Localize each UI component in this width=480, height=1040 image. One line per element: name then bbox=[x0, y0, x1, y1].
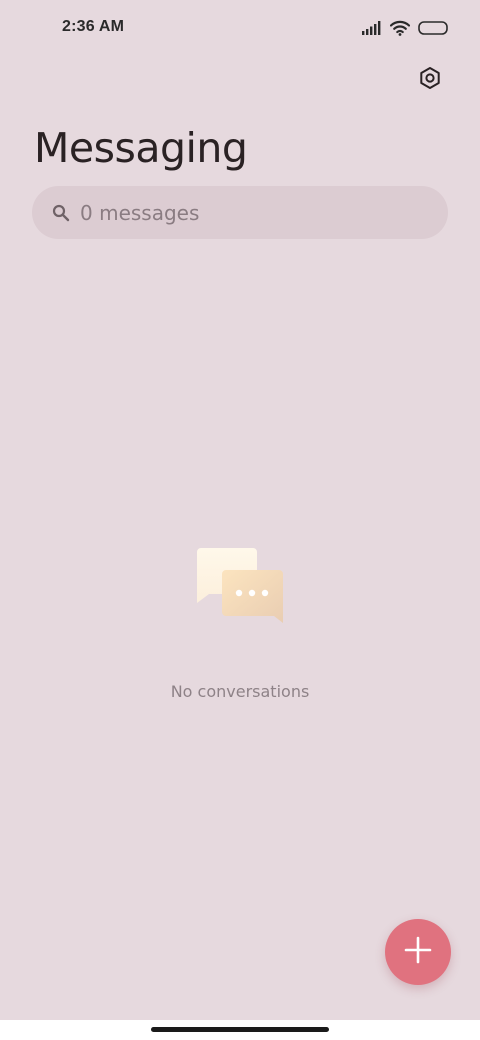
status-bar: 2:36 AM bbox=[0, 0, 480, 56]
chat-bubbles-icon bbox=[195, 546, 287, 628]
navigation-bar bbox=[0, 1020, 480, 1040]
status-time: 2:36 AM bbox=[62, 18, 125, 35]
empty-state-text: No conversations bbox=[170, 682, 310, 701]
search-icon bbox=[52, 204, 70, 222]
plus-icon bbox=[404, 936, 432, 969]
messaging-screen: 2:36 AM Messaging 0 messages No conversa… bbox=[0, 0, 480, 1040]
wifi-icon bbox=[390, 20, 410, 36]
search-input[interactable] bbox=[80, 200, 420, 225]
search-bar[interactable] bbox=[32, 186, 448, 239]
page-title: Messaging bbox=[34, 124, 248, 172]
home-indicator[interactable] bbox=[151, 1027, 329, 1032]
settings-button[interactable] bbox=[410, 60, 450, 100]
status-icons bbox=[362, 18, 450, 38]
signal-icon bbox=[362, 21, 382, 35]
settings-icon bbox=[418, 66, 442, 95]
battery-icon bbox=[418, 20, 450, 36]
new-conversation-button[interactable] bbox=[385, 919, 451, 985]
